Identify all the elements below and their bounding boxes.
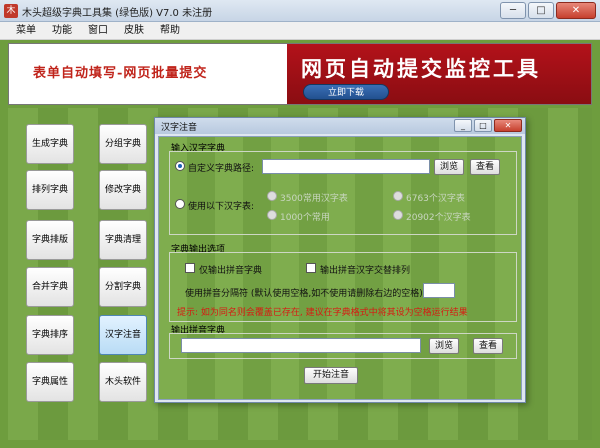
table-20902-label: 20902个汉字表 [406, 213, 471, 223]
only-pinyin-label: 仅输出拼音字典 [199, 266, 263, 276]
only-pinyin-checkbox[interactable] [185, 263, 195, 273]
maximize-button[interactable]: □ [528, 2, 554, 19]
dialog-title-bar[interactable]: 汉字注音 _ □ ✕ [155, 118, 525, 134]
merge-dict-button[interactable]: 合并字典 [26, 267, 74, 307]
modify-dict-button[interactable]: 修改字典 [99, 170, 147, 210]
banner-title: 网页自动提交监控工具 [301, 57, 541, 81]
separator-label: 使用拼音分隔符 (默认使用空格,如不使用请删除右边的空格): [185, 289, 426, 299]
window-controls: ─ □ ✕ [500, 2, 596, 19]
dialog-controls: _ □ ✕ [454, 119, 522, 132]
output-path-input[interactable] [181, 338, 421, 353]
dialog-maximize-button[interactable]: □ [474, 119, 492, 132]
pinyin-dict-button[interactable]: 汉字注音 [99, 315, 147, 355]
sort-dict-button[interactable]: 字典排序 [26, 315, 74, 355]
mutou-software-button[interactable]: 木头软件 [99, 362, 147, 402]
menu-item-function[interactable]: 功能 [44, 22, 80, 39]
arrange-dict-button[interactable]: 排列字典 [26, 170, 74, 210]
output-browse-button[interactable]: 浏览 [429, 338, 459, 354]
dict-properties-button[interactable]: 字典属性 [26, 362, 74, 402]
overwrite-warning: 提示: 如为同名则会覆盖已存在, 建议在字典格式中将其设为空格运行结果 [177, 308, 468, 318]
output-arrange-checkbox[interactable] [306, 263, 316, 273]
dialog-body: 输入汉字字典 自定义字典路径: 浏览 查看 使用以下汉字表: 3500常用汉字表… [158, 136, 522, 400]
input-view-button[interactable]: 查看 [470, 159, 500, 175]
output-view-button[interactable]: 查看 [473, 338, 503, 354]
dialog-title: 汉字注音 [161, 123, 198, 133]
menu-item-window[interactable]: 窗口 [80, 22, 116, 39]
table-3500-label: 3500常用汉字表 [280, 194, 348, 204]
custom-dict-radio[interactable] [175, 161, 185, 171]
title-bar: 木 木头超级字典工具集 (绿色版) V7.0 未注册 ─ □ ✕ [0, 0, 600, 22]
generate-dict-button[interactable]: 生成字典 [26, 124, 74, 164]
menu-item-skin[interactable]: 皮肤 [116, 22, 152, 39]
banner-download-button[interactable]: 立即下载 [303, 84, 389, 100]
table-3500-radio[interactable] [267, 191, 277, 201]
banner-slogan: 表单自动填写-网页批量提交 [9, 44, 287, 104]
table-6763-label: 6763个汉字表 [406, 194, 465, 204]
table-1000-radio[interactable] [267, 210, 277, 220]
table-20902-radio[interactable] [393, 210, 403, 220]
separator-input[interactable] [423, 283, 455, 298]
group-dict-button[interactable]: 分组字典 [99, 124, 147, 164]
split-dict-button[interactable]: 分割字典 [99, 267, 147, 307]
input-browse-button[interactable]: 浏览 [434, 159, 464, 175]
ad-banner[interactable]: 表单自动填写-网页批量提交 网页自动提交监控工具 立即下载 [8, 43, 592, 105]
table-1000-label: 1000个常用 [280, 213, 330, 223]
output-arrange-label: 输出拼音汉字交替排列 [320, 266, 411, 276]
custom-dict-label: 自定义字典路径: [188, 164, 255, 174]
menu-bar: 菜单 功能 窗口 皮肤 帮助 [0, 22, 600, 40]
menu-item-help[interactable]: 帮助 [152, 22, 188, 39]
window-title: 木头超级字典工具集 (绿色版) V7.0 未注册 [22, 8, 213, 19]
close-button[interactable]: ✕ [556, 2, 596, 19]
start-pinyin-button[interactable]: 开始注音 [304, 367, 358, 384]
clean-dict-button[interactable]: 字典清理 [99, 220, 147, 260]
app-icon: 木 [4, 4, 18, 18]
layout-dict-button[interactable]: 字典排版 [26, 220, 74, 260]
banner-ad-panel: 网页自动提交监控工具 立即下载 [287, 44, 591, 104]
minimize-button[interactable]: ─ [500, 2, 526, 19]
builtin-table-radio[interactable] [175, 199, 185, 209]
builtin-table-label: 使用以下汉字表: [188, 202, 255, 212]
table-6763-radio[interactable] [393, 191, 403, 201]
custom-dict-path-input[interactable] [262, 159, 430, 174]
menu-item-menu[interactable]: 菜单 [8, 22, 44, 39]
pinyin-dialog: 汉字注音 _ □ ✕ 输入汉字字典 自定义字典路径: 浏览 查看 使用以下汉字表… [154, 117, 526, 403]
dialog-minimize-button[interactable]: _ [454, 119, 472, 132]
dialog-close-button[interactable]: ✕ [494, 119, 522, 132]
